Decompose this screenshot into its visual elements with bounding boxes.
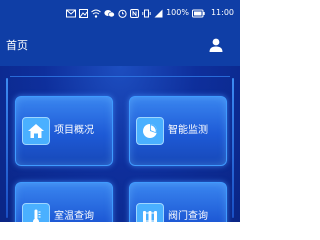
tile-label: 智能监测 [168,125,208,136]
battery-icon [191,9,205,17]
user-icon [209,38,223,52]
wechat-icon [104,9,115,17]
frame-top-border [10,76,230,77]
frame-right-border [232,78,234,218]
tile-label: 项目概况 [54,125,94,136]
tile-label: 阀门查询 [168,211,208,222]
tile-valve-query[interactable]: 阀门查询 [129,182,227,222]
status-bar: 100% 11:00 [0,0,240,26]
page-title: 首页 [6,39,28,52]
status-icons: 100% 11:00 [66,8,234,18]
signal-icon [154,9,163,17]
photo-icon [79,8,89,18]
pie-chart-icon [136,117,164,145]
tile-smart-monitoring[interactable]: 智能监测 [129,96,227,166]
wifi-icon [91,9,101,18]
app-header: 首页 [0,26,240,66]
thermometer-icon [22,203,50,222]
status-time: 11:00 [210,8,234,17]
mail-icon [66,9,77,17]
app-screen: 100% 11:00 首页 项目概况 智能监测 室温查询 阀门查询 [0,0,240,222]
tile-label: 室温查询 [54,211,94,222]
home-icon [22,117,50,145]
nfc-icon [130,8,140,18]
user-profile-button[interactable] [208,37,224,53]
frame-left-border [6,78,8,218]
vibrate-icon [142,9,151,17]
battery-percent: 100% [166,8,189,17]
alarm-icon [118,9,127,18]
tile-project-overview[interactable]: 项目概况 [15,96,113,166]
tile-room-temp-query[interactable]: 室温查询 [15,182,113,222]
radiator-icon [136,203,164,222]
